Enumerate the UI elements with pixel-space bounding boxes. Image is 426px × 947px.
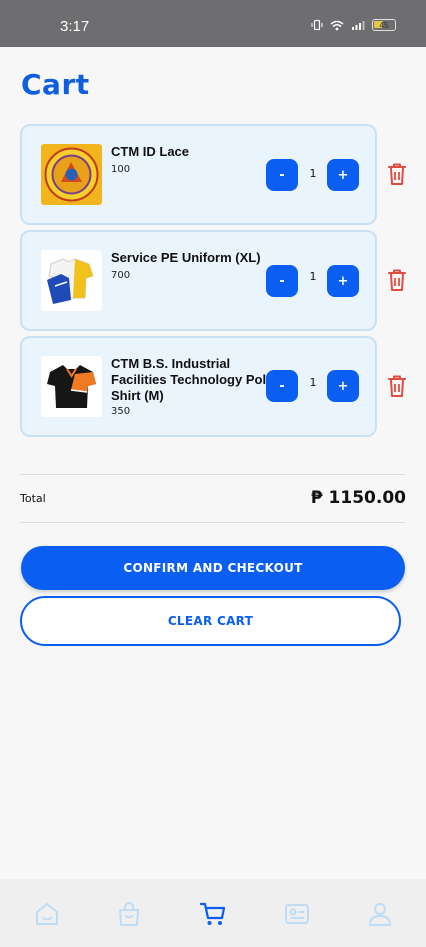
cart-item: Service PE Uniform (XL) 700 - 1 + [20, 230, 377, 331]
nav-profile[interactable] [365, 899, 395, 929]
status-icons: 45 [311, 19, 396, 31]
cart-item: CTM ID Lace 100 - 1 + [20, 124, 377, 225]
increase-quantity-button[interactable]: + [327, 159, 359, 191]
nav-home[interactable] [32, 899, 62, 929]
total-label: Total [20, 492, 46, 505]
confirm-checkout-button[interactable]: CONFIRM AND CHECKOUT [21, 546, 405, 590]
decrease-quantity-button[interactable]: - [266, 159, 298, 191]
clear-cart-button[interactable]: CLEAR CART [20, 596, 401, 646]
item-name: Service PE Uniform (XL) [111, 250, 261, 265]
page-title: Cart [21, 68, 90, 101]
total-value: ₱ 1150.00 [310, 488, 406, 508]
item-price: 700 [111, 270, 131, 281]
item-price: 350 [111, 406, 131, 417]
increase-quantity-button[interactable]: + [327, 265, 359, 297]
item-name: CTM B.S. Industrial Facilities Technolog… [111, 356, 275, 403]
profile-icon [369, 903, 391, 926]
nav-orders[interactable] [282, 899, 312, 929]
status-time: 3:17 [60, 18, 90, 35]
trash-icon[interactable] [387, 268, 407, 292]
item-price: 100 [111, 164, 131, 175]
quantity-value: 1 [309, 270, 317, 283]
bag-icon [119, 902, 139, 926]
bottom-nav [0, 879, 426, 947]
cart-icon [199, 902, 226, 925]
decrease-quantity-button[interactable]: - [266, 370, 298, 402]
product-image-pe-uniform [41, 250, 102, 311]
nav-shop[interactable] [114, 899, 144, 929]
divider [20, 474, 405, 475]
signal-icon [352, 20, 365, 30]
battery-icon: 45 [372, 19, 396, 31]
trash-icon[interactable] [387, 162, 407, 186]
item-name: CTM ID Lace [111, 144, 190, 159]
wifi-icon [330, 20, 344, 30]
quantity-value: 1 [309, 167, 317, 180]
trash-icon[interactable] [387, 374, 407, 398]
home-icon [36, 903, 58, 925]
status-bar: 3:17 45 [0, 0, 426, 47]
battery-text: 45 [379, 20, 389, 30]
product-image-id-lace [41, 144, 102, 205]
orders-icon [285, 904, 309, 924]
decrease-quantity-button[interactable]: - [266, 265, 298, 297]
increase-quantity-button[interactable]: + [327, 370, 359, 402]
quantity-value: 1 [309, 376, 317, 389]
cart-item: CTM B.S. Industrial Facilities Technolog… [20, 336, 377, 437]
divider [20, 522, 405, 523]
vibrate-icon [311, 19, 323, 31]
nav-cart[interactable] [198, 899, 228, 929]
product-image-polo-shirt [41, 356, 102, 417]
